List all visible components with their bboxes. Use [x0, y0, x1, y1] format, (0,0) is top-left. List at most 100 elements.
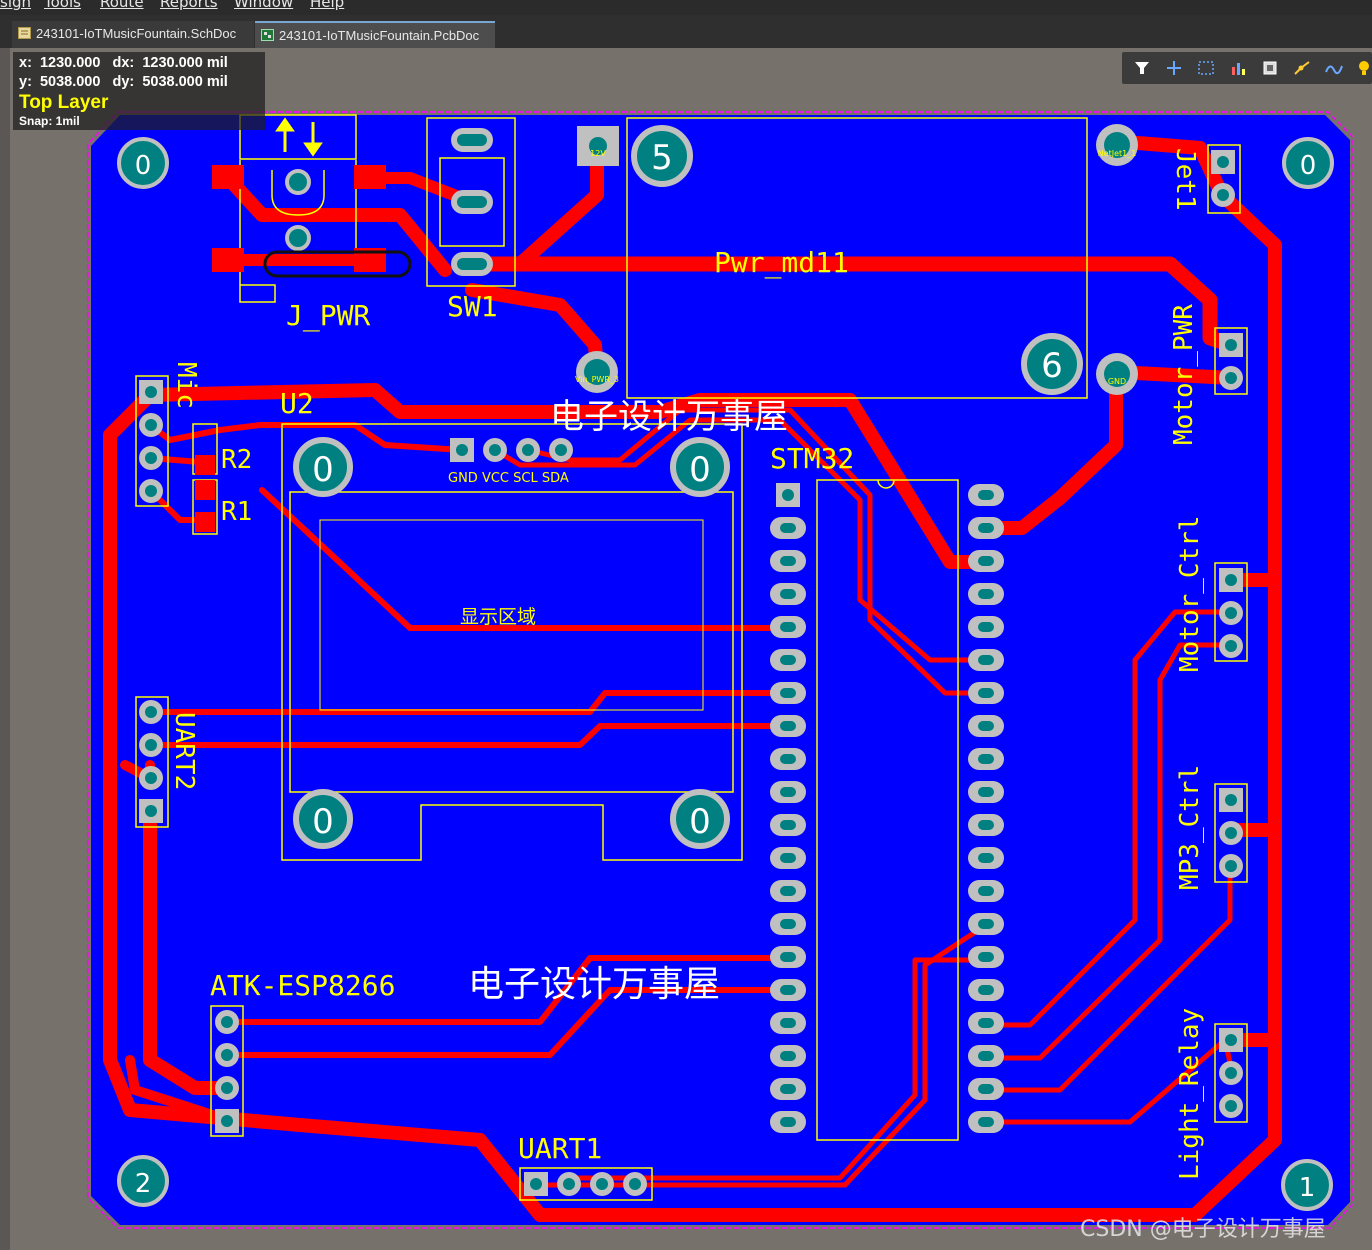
pad-label-vin: Vin_PWR_3: [575, 375, 619, 384]
coord-y-readout: y: 5038.000 dy: 5038.000 mil: [19, 74, 228, 90]
stm32-pad-right: [968, 1078, 1004, 1100]
svg-text:0: 0: [312, 450, 334, 490]
label-uart2: UART2: [169, 712, 199, 790]
label-jpwr: J_PWR: [286, 299, 370, 333]
select-rect-icon[interactable]: [1196, 58, 1216, 78]
label-motor-ctrl: Motor_Ctrl: [1175, 515, 1205, 672]
stm32-pad-right: [968, 616, 1004, 638]
stm32-pad-left: [770, 1012, 806, 1034]
label-jet1: Jet1: [1170, 148, 1200, 211]
mp3-header-pad: [1219, 854, 1243, 878]
stm32-pad-left: [770, 1045, 806, 1067]
stm32-pad-left: [770, 847, 806, 869]
stm32-pad-right: [968, 913, 1004, 935]
coord-x-readout: x: 1230.000 dx: 1230.000 mil: [19, 55, 228, 71]
uart1-header-pad: [557, 1172, 581, 1196]
stm32-pad-right: [968, 1045, 1004, 1067]
stm32-pad-left: [770, 946, 806, 968]
relay-header-pad: [1219, 1028, 1243, 1052]
uart2-header-pad: [139, 700, 163, 724]
resistor-pads: [195, 455, 215, 532]
mount-hole-oled-tl: 0: [293, 437, 353, 497]
stm32-pad-left: [770, 979, 806, 1001]
stm32-pad-left: [770, 781, 806, 803]
stm32-pad-left: [770, 1078, 806, 1100]
svg-text:0: 0: [689, 802, 711, 842]
stm32-pad-left: [770, 913, 806, 935]
stm32-pad-right: [968, 1111, 1004, 1133]
uart2-header-pad: [139, 733, 163, 757]
uart1-header-pad: [590, 1172, 614, 1196]
svg-text:0: 0: [689, 450, 711, 490]
label-u2: U2: [280, 387, 314, 420]
mp3-header-pad: [1219, 788, 1243, 812]
stm32-pad-left: [770, 1111, 806, 1133]
stm32-pad-right: [968, 748, 1004, 770]
label-pwr-module: Pwr_md11: [714, 246, 849, 280]
label-motor-pwr: Motor_PWR: [1169, 304, 1199, 445]
bulb-icon[interactable]: [1354, 58, 1372, 78]
stm32-pad-right: [968, 781, 1004, 803]
label-oled-pins: GND VCC SCL SDA: [448, 471, 569, 486]
mount-hole-oled-br: 0: [670, 789, 730, 849]
stm32-pad-right: [968, 715, 1004, 737]
motor-ctrl-header-pad: [1219, 634, 1243, 658]
mic-header-pad: [139, 446, 163, 470]
pad-label-jet-net: NetJet1_1: [1098, 149, 1137, 158]
active-bar-toolbar: [1122, 52, 1372, 84]
label-stm32: STM32: [770, 442, 854, 475]
mic-header-pad: [139, 413, 163, 437]
filter-icon[interactable]: [1132, 58, 1152, 78]
mount-hole-pwr5: 5: [631, 125, 693, 187]
watermark-csdn: CSDN @电子设计万事屋: [1080, 1217, 1326, 1242]
relay-header-pad: [1219, 1061, 1243, 1085]
svg-text:6: 6: [1041, 346, 1063, 386]
pad-label-gnd: GND: [1108, 377, 1126, 386]
stm32-pad-left: [770, 748, 806, 770]
oled-header-pad: [450, 438, 474, 462]
mount-hole-bl: 2: [117, 1155, 169, 1207]
jet1-header-pad: [1211, 150, 1235, 174]
mp3-header-pad: [1219, 821, 1243, 845]
svg-text:2: 2: [135, 1169, 152, 1199]
oled-header-pad: [549, 438, 573, 462]
oled-header-pad: [483, 438, 507, 462]
label-display-area: 显示区域: [460, 606, 536, 628]
motor-pwr-header-pad: [1219, 366, 1243, 390]
mount-hole-br: 1: [1281, 1159, 1333, 1211]
label-uart1: UART1: [518, 1132, 602, 1165]
cross-probe-icon[interactable]: [1164, 58, 1184, 78]
oled-header-pad: [516, 438, 540, 462]
stm32-pad-right: [968, 583, 1004, 605]
svg-text:0: 0: [312, 802, 334, 842]
stm32-pad-right: [968, 847, 1004, 869]
copper-pour: [91, 115, 1350, 1225]
chart-icon[interactable]: [1228, 58, 1248, 78]
uart1-header-pad: [524, 1172, 548, 1196]
component-icon[interactable]: [1260, 58, 1280, 78]
label-r2: R2: [221, 445, 252, 475]
jet1-header-pad: [1211, 183, 1235, 207]
uart2-header-pad: [139, 799, 163, 823]
esp-header-pad: [215, 1010, 239, 1034]
label-mic: Mic: [171, 362, 201, 409]
motor-ctrl-header-pad: [1219, 568, 1243, 592]
stm32-pad-right: [968, 484, 1004, 506]
stm32-pad-right: [968, 682, 1004, 704]
mount-hole-pwr6: 6: [1021, 333, 1083, 395]
stm32-pad-left: [770, 880, 806, 902]
stm32-pad-left: [770, 517, 806, 539]
svg-text:0: 0: [135, 151, 152, 181]
stm32-pad-left: [770, 814, 806, 836]
stm32-pad-left: [770, 715, 806, 737]
stm32-pad-left: [770, 682, 806, 704]
stm32-pad-left: [770, 616, 806, 638]
label-sw1: SW1: [447, 290, 498, 323]
pcb-canvas[interactable]: 12V Vin_PWR_3 GND NetJet1_1 0 0 2 1 5 6 …: [0, 0, 1372, 1250]
mount-hole-oled-tr: 0: [670, 437, 730, 497]
stm32-pad-right: [968, 814, 1004, 836]
esp-header-pad: [215, 1109, 239, 1133]
stm32-pad-left: [770, 550, 806, 572]
interactive-route-icon[interactable]: [1324, 58, 1344, 78]
route-icon[interactable]: [1292, 58, 1312, 78]
